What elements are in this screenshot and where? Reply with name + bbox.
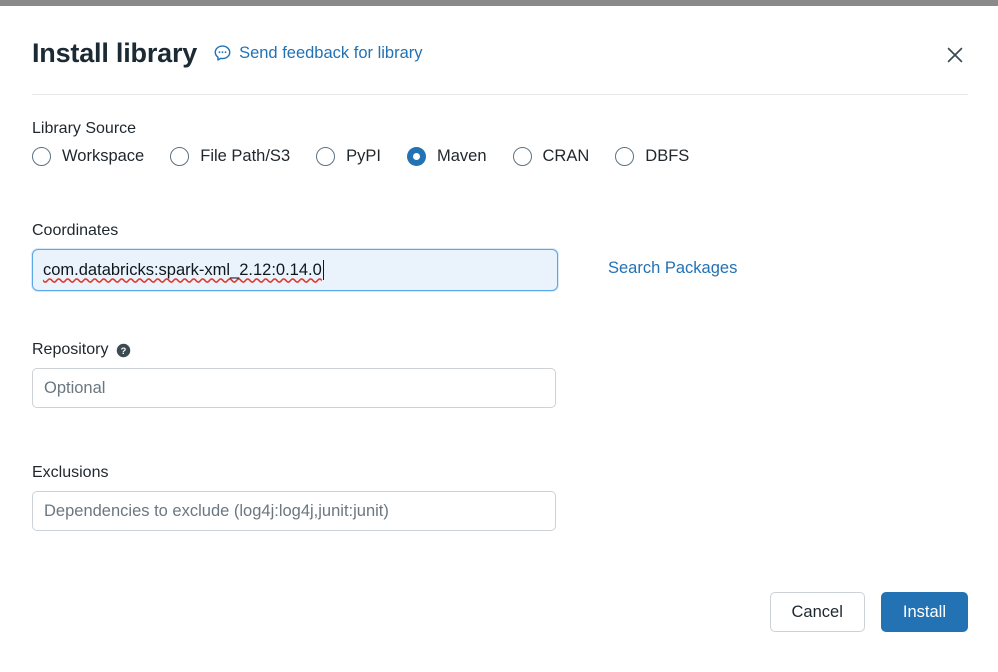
cancel-button[interactable]: Cancel (769, 592, 865, 632)
radio-label-file-path-s3: File Path/S3 (200, 147, 291, 165)
radio-label-maven: Maven (436, 147, 487, 165)
radio-circle-cran (512, 147, 532, 166)
library-source-radio-group: Workspace File Path/S3 PyPI Maven CRAN D (32, 147, 689, 166)
radio-circle-workspace (32, 147, 51, 166)
dialog-footer: Cancel Install (769, 592, 968, 632)
radio-label-cran: CRAN (542, 147, 590, 165)
coordinates-label: Coordinates (32, 222, 119, 239)
library-source-field: Library Source Workspace File Path/S3 Py… (32, 120, 689, 166)
radio-circle-maven (406, 147, 426, 166)
radio-option-file-path-s3[interactable]: File Path/S3 (170, 147, 290, 166)
send-feedback-label: Send feedback for library (239, 43, 423, 62)
close-icon (947, 47, 963, 63)
search-packages-link[interactable]: Search Packages (608, 259, 737, 278)
library-source-label: Library Source (32, 120, 137, 137)
install-button[interactable]: Install (880, 592, 968, 632)
page-title: Install library (32, 37, 198, 68)
coordinates-value: com.databricks:spark-xml_2.12:0.14.0 (43, 260, 322, 279)
repository-field: Repository ? (32, 341, 556, 408)
radio-option-cran[interactable]: CRAN (512, 147, 590, 166)
exclusions-field: Exclusions (32, 464, 556, 531)
radio-circle-dbfs (615, 147, 635, 166)
coordinates-input[interactable]: com.databricks:spark-xml_2.12:0.14.0 (32, 249, 558, 291)
close-button[interactable] (938, 38, 972, 72)
header-divider (32, 94, 968, 95)
radio-option-pypi[interactable]: PyPI (316, 147, 381, 166)
radio-option-workspace[interactable]: Workspace (32, 147, 144, 166)
repository-label: Repository (32, 341, 109, 358)
radio-option-maven[interactable]: Maven (406, 147, 487, 166)
exclusions-input[interactable] (32, 491, 556, 531)
radio-circle-file-path-s3 (170, 147, 190, 166)
dialog-header: Install library Send feedback for librar… (32, 28, 968, 78)
repository-label-row: Repository ? (32, 341, 556, 359)
radio-label-dbfs: DBFS (645, 147, 690, 165)
exclusions-label: Exclusions (32, 464, 109, 481)
svg-text:?: ? (121, 345, 127, 355)
coordinates-field: Coordinates com.databricks:spark-xml_2.1… (32, 222, 737, 291)
radio-circle-pypi (316, 147, 336, 166)
help-circle-icon[interactable]: ? (116, 343, 131, 358)
speech-bubble-icon (213, 44, 232, 63)
radio-label-pypi: PyPI (346, 147, 381, 165)
send-feedback-link[interactable]: Send feedback for library (213, 43, 423, 63)
radio-option-dbfs[interactable]: DBFS (615, 147, 689, 166)
text-caret (322, 260, 325, 280)
repository-input[interactable] (32, 368, 556, 408)
install-library-dialog: Install library Send feedback for librar… (0, 6, 998, 672)
radio-label-workspace: Workspace (62, 147, 145, 165)
